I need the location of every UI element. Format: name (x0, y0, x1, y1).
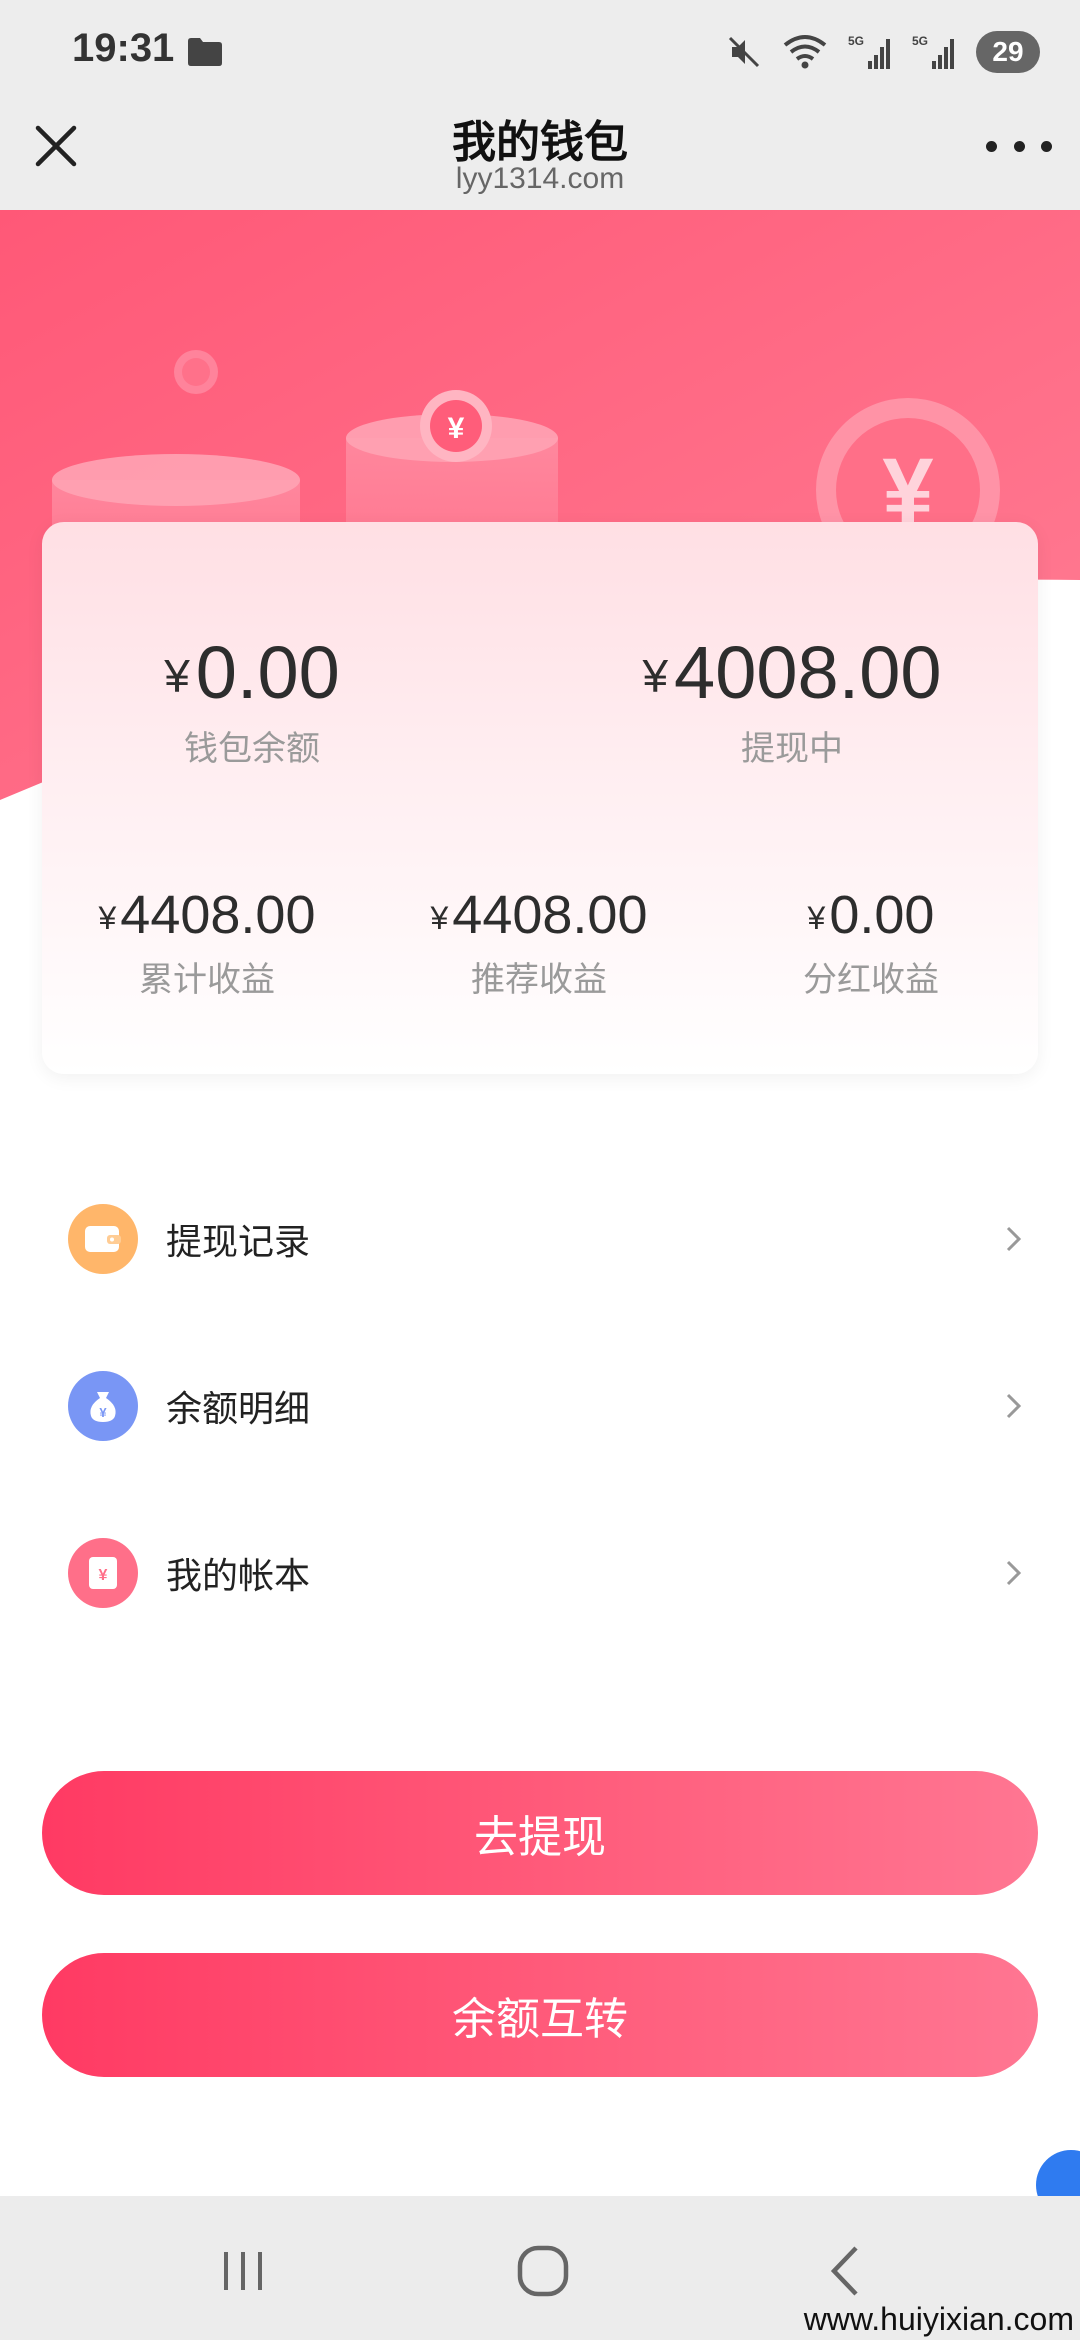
wifi-icon (783, 35, 827, 69)
system-nav-bar: www.huiyixian.com (0, 2196, 1080, 2340)
referral-income-label: 推荐收益 (471, 960, 607, 1000)
wallet-balance: ¥0.00 钱包余额 (102, 630, 402, 770)
withdrawing-amount: ¥4008.00 提现中 (602, 630, 982, 770)
ledger-icon: ¥ (68, 1538, 138, 1608)
total-income: ¥4408.00 累计收益 (62, 884, 352, 1001)
page-domain: lyy1314.com (455, 162, 625, 195)
total-income-value: 4408.00 (120, 885, 316, 945)
title-bar: 我的钱包 lyy1314.com (0, 100, 1080, 210)
status-bar: 19:31 5G 5G 29 (0, 0, 1080, 100)
total-income-label: 累计收益 (139, 960, 275, 1000)
dividend-income-label: 分红收益 (803, 960, 939, 1000)
dividend-income-value: 0.00 (829, 885, 935, 945)
svg-text:5G: 5G (912, 34, 928, 48)
balance-value: 0.00 (195, 631, 340, 714)
svg-text:¥: ¥ (99, 1567, 108, 1584)
balance-transfer-button[interactable]: 余额互转 (42, 1953, 1038, 2077)
referral-income: ¥4408.00 推荐收益 (394, 884, 684, 1001)
status-time: 19:31 (72, 26, 175, 70)
currency-symbol: ¥ (98, 900, 117, 936)
back-icon[interactable] (812, 2236, 882, 2306)
more-options-icon[interactable] (986, 126, 1052, 166)
menu-label: 提现记录 (166, 1222, 311, 1263)
svg-text:¥: ¥ (448, 412, 465, 445)
currency-symbol: ¥ (430, 900, 449, 936)
menu-label: 余额明细 (166, 1389, 311, 1430)
dot-icon (1041, 140, 1052, 152)
wallet-icon (68, 1204, 138, 1274)
wallet-summary-card: ¥0.00 钱包余额 ¥4008.00 提现中 ¥4408.00 累计收益 ¥4… (42, 522, 1038, 1074)
watermark-text: www.huiyixian.com (803, 2301, 1074, 2337)
dividend-income: ¥0.00 分红收益 (726, 884, 1016, 1001)
balance-label: 钱包余额 (184, 729, 320, 769)
currency-symbol: ¥ (807, 900, 826, 936)
menu-item-my-ledger[interactable]: ¥ 我的帐本 (0, 1498, 1080, 1648)
status-icons: 5G 5G 29 (726, 30, 1040, 74)
chevron-right-icon (1006, 1393, 1022, 1419)
folder-icon (188, 38, 222, 66)
mute-icon (728, 36, 760, 68)
currency-symbol: ¥ (164, 650, 190, 702)
home-icon[interactable] (508, 2236, 578, 2306)
dot-icon (1013, 140, 1025, 152)
currency-symbol: ¥ (642, 650, 669, 702)
referral-income-value: 4408.00 (452, 885, 648, 945)
page-title: 我的钱包 (452, 117, 628, 168)
money-bag-icon: ¥ (68, 1371, 138, 1441)
withdraw-button[interactable]: 去提现 (42, 1771, 1038, 1895)
menu-label: 我的帐本 (166, 1556, 311, 1597)
battery-icon: 29 (976, 31, 1040, 73)
dot-icon (986, 140, 997, 152)
chevron-right-icon (1006, 1560, 1022, 1586)
recent-apps-icon[interactable] (208, 2236, 278, 2306)
menu-item-withdraw-records[interactable]: 提现记录 (0, 1164, 1080, 1314)
withdrawing-value: 4008.00 (674, 631, 942, 714)
signal-5g-icon: 5G (912, 34, 954, 69)
svg-text:¥: ¥ (99, 1405, 107, 1420)
withdrawing-label: 提现中 (741, 729, 843, 769)
signal-5g-icon: 5G (848, 34, 890, 69)
svg-text:5G: 5G (848, 34, 864, 48)
menu-item-balance-details[interactable]: ¥ 余额明细 (0, 1331, 1080, 1481)
chevron-right-icon (1006, 1226, 1022, 1252)
